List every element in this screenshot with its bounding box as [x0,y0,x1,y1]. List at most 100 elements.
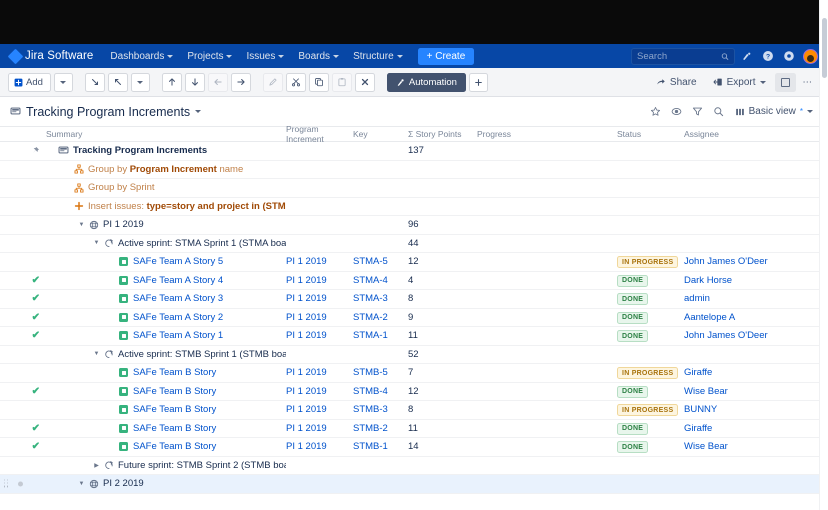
scrollbar-thumb[interactable] [821,18,827,78]
table-row[interactable]: ✔ SAFe Team A Story 2 PI 1 2019 STMA-2 9 DONE… [0,308,828,327]
issue-summary-link[interactable]: SAFe Team B Story [133,404,216,415]
view-eye-icon[interactable] [667,102,687,122]
cell-program-increment-link[interactable]: PI 1 2019 [286,441,327,452]
table-row[interactable]: ▶ Future sprint: STMB Sprint 2 (STMB boar… [0,456,828,475]
cell-issue-key-link[interactable]: STMA-3 [353,293,388,304]
issue-summary-link[interactable]: SAFe Team A Story 5 [133,256,223,267]
status-badge[interactable]: DONE [617,385,649,398]
table-row[interactable]: ✔ SAFe Team B Story PI 1 2019 STMB-4 12 DONE W… [0,382,828,401]
cell-assignee[interactable]: Wise Bear [684,441,814,452]
nav-item-dashboards[interactable]: Dashboards [103,44,180,68]
jira-logo[interactable]: Jira Software [6,48,103,64]
column-header-summary[interactable]: Summary [46,129,286,139]
cell-assignee[interactable]: BUNNY [684,404,814,415]
nav-item-projects[interactable]: Projects [180,44,239,68]
collapse-toggle[interactable]: ▼ [91,351,102,357]
cell-assignee[interactable]: Giraffe [684,423,814,434]
table-row[interactable]: ▼ PI 1 2019 96 [0,216,828,235]
cell-assignee-link[interactable]: BUNNY [684,404,717,415]
cell-issue-key[interactable]: STMB-3 [353,404,408,415]
status-badge[interactable]: DONE [617,311,649,324]
cell-issue-key[interactable]: STMB-2 [353,423,408,434]
cell-issue-key[interactable]: STMB-5 [353,367,408,378]
nav-item-boards[interactable]: Boards [291,44,346,68]
cell-issue-key[interactable]: STMA-5 [353,256,408,267]
cell-issue-key-link[interactable]: STMA-2 [353,312,388,323]
cell-program-increment[interactable]: PI 1 2019 [286,256,353,267]
table-row[interactable]: Group by Program Increment name [0,160,828,179]
cell-issue-key-link[interactable]: STMB-5 [353,367,388,378]
add-button[interactable]: Add [8,72,51,92]
cell-issue-key-link[interactable]: STMA-5 [353,256,388,267]
issue-summary-link[interactable]: SAFe Team A Story 3 [133,293,223,304]
global-search[interactable] [631,47,735,65]
cell-issue-key-link[interactable]: STMA-1 [353,330,388,341]
cell-program-increment-link[interactable]: PI 1 2019 [286,293,327,304]
generator-label[interactable]: Insert issues: type=story and project in… [88,201,286,212]
cell-program-increment-link[interactable]: PI 1 2019 [286,423,327,434]
paste-button[interactable] [331,72,352,92]
notifications-icon[interactable] [737,47,756,66]
table-row[interactable]: ✔ SAFe Team A Story 3 PI 1 2019 STMA-3 8 DONE… [0,290,828,309]
issue-summary-link[interactable]: SAFe Team B Story [133,423,216,434]
issue-summary-link[interactable]: SAFe Team A Story 2 [133,312,223,323]
table-row[interactable]: Insert issues: type=story and project in… [0,197,828,216]
collapse-toggle[interactable]: ▼ [76,481,87,487]
generator-label[interactable]: Group by Sprint [88,182,155,193]
status-badge[interactable]: DONE [617,441,649,453]
table-row[interactable]: ▼ Active sprint: STMB Sprint 1 (STMB boar… [0,345,828,364]
user-avatar[interactable] [803,48,818,64]
status-badge[interactable]: IN PROGRESS [617,367,679,379]
cell-program-increment-link[interactable]: PI 1 2019 [286,367,327,378]
move-down-button[interactable] [184,72,205,92]
table-row[interactable]: ▼ PI 2 2019 [0,475,828,494]
cell-program-increment[interactable]: PI 1 2019 [286,423,353,434]
column-header-program-increment[interactable]: Program Increment [286,124,353,144]
status-badge[interactable]: DONE [617,274,649,287]
cell-assignee-link[interactable]: Wise Bear [684,386,728,397]
table-row[interactable]: ✔ SAFe Team A Story 1 PI 1 2019 STMA-1 11 DON… [0,327,828,346]
cell-program-increment-link[interactable]: PI 1 2019 [286,312,327,323]
drag-handle-icon[interactable] [4,479,9,488]
status-badge[interactable]: IN PROGRESS [617,404,679,416]
cell-program-increment-link[interactable]: PI 1 2019 [286,256,327,267]
cell-assignee-link[interactable]: Dark Horse [684,275,732,286]
indent-right-button[interactable] [84,72,105,92]
cell-program-increment-link[interactable]: PI 1 2019 [286,330,327,341]
settings-icon[interactable] [779,47,798,66]
add-dropdown[interactable] [53,72,73,92]
table-row[interactable]: SAFe Team B Story PI 1 2019 STMB-5 7 IN PROG… [0,364,828,383]
view-selector[interactable]: Basic view * [730,102,818,122]
favorite-star-icon[interactable] [646,102,666,122]
column-header-progress[interactable]: Progress [477,129,617,139]
cut-button[interactable] [285,72,306,92]
edit-button[interactable] [262,72,283,92]
automation-button[interactable]: Automation [386,72,466,92]
more-options-button[interactable]: ⋯ [798,73,818,92]
collapse-toggle[interactable]: ▼ [76,222,87,228]
cell-assignee[interactable]: admin [684,293,814,304]
cell-issue-key[interactable]: STMB-4 [353,386,408,397]
cell-assignee[interactable]: Giraffe [684,367,814,378]
cell-assignee-link[interactable]: Giraffe [684,423,712,434]
share-button[interactable]: Share [649,72,704,92]
table-row[interactable]: ▼ Active sprint: STMA Sprint 1 (STMA boar… [0,234,828,253]
issue-summary-link[interactable]: SAFe Team B Story [133,386,216,397]
issue-summary-link[interactable]: SAFe Team A Story 1 [133,330,223,341]
move-left-button[interactable] [207,72,228,92]
cell-assignee[interactable]: John James O'Deer [684,256,814,267]
move-up-button[interactable] [161,72,182,92]
cell-program-increment[interactable]: PI 1 2019 [286,275,353,286]
export-button[interactable]: Export [706,72,773,92]
cell-assignee[interactable]: Dark Horse [684,275,814,286]
table-row[interactable]: SAFe Team B Story PI 1 2019 STMB-3 8 IN PROG… [0,401,828,420]
collapse-toggle[interactable]: ▼ [91,240,102,246]
indent-left-button[interactable] [107,72,128,92]
cell-issue-key-link[interactable]: STMA-4 [353,275,388,286]
cell-issue-key[interactable]: STMA-1 [353,330,408,341]
cell-program-increment[interactable]: PI 1 2019 [286,293,353,304]
indent-dropdown[interactable] [130,72,150,92]
add-automation-button[interactable] [468,72,488,92]
cell-program-increment-link[interactable]: PI 1 2019 [286,386,327,397]
cell-assignee-link[interactable]: Wise Bear [684,441,728,452]
